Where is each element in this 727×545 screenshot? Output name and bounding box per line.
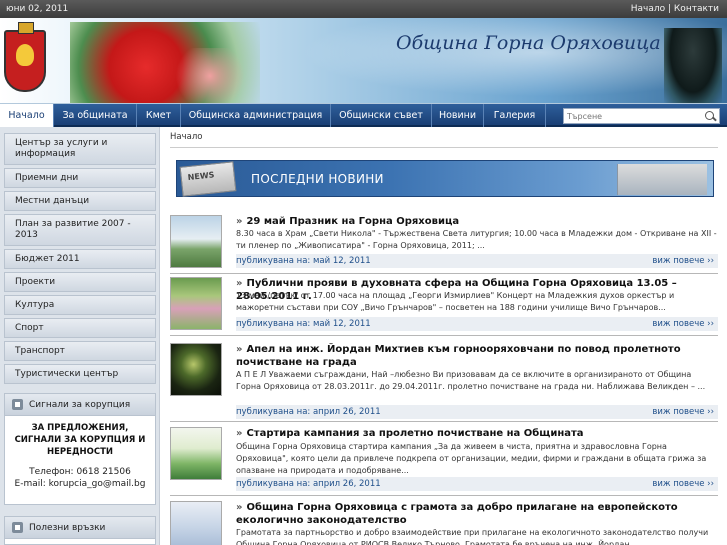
top-bar: юни 02, 2011 Начало | Контакти xyxy=(0,0,727,18)
news-title-text[interactable]: 29 май Празник на Горна Оряховица xyxy=(246,216,459,227)
sidebar-item-reception-days[interactable]: Приемни дни xyxy=(4,168,156,188)
latest-news-title: ПОСЛЕДНИ НОВИНИ xyxy=(251,172,384,186)
read-more-link[interactable]: виж повече ›› xyxy=(652,477,714,491)
useful-links-label: Полезни връзки xyxy=(29,523,106,533)
home-link[interactable]: Начало xyxy=(631,4,665,14)
sidebar-item-projects[interactable]: Проекти xyxy=(4,272,156,292)
sidebar-item-development-plan[interactable]: План за развитие 2007 - 2013 xyxy=(4,214,156,246)
news-excerpt: 8.30 часа в Храм „Свети Никола" - Тържес… xyxy=(236,229,717,250)
sidebar: Център за услуги и информация Приемни дн… xyxy=(0,127,160,545)
news-excerpt: Грамотата за партньорство и добро взаимо… xyxy=(236,528,709,545)
breadcrumb[interactable]: Начало xyxy=(170,132,202,142)
news-title[interactable]: » Стартира кампания за пролетно почистван… xyxy=(236,427,716,440)
contacts-link[interactable]: Контакти xyxy=(674,4,719,14)
news-item: » Община Горна Оряховица с грамота за доб… xyxy=(170,501,718,545)
corruption-header-label: Сигнали за корупция xyxy=(29,400,131,410)
corruption-box-header: Сигнали за корупция xyxy=(5,394,155,416)
nav-item-administration[interactable]: Общинска администрация xyxy=(181,104,331,127)
corruption-email[interactable]: E-mail: korupcia_go@mail.bg xyxy=(5,478,155,490)
top-links: Начало | Контакти xyxy=(631,0,719,18)
news-divider xyxy=(170,273,718,274)
nav-item-about[interactable]: За общината xyxy=(54,104,137,127)
peony-flower-accent xyxy=(170,48,250,103)
nav-item-news[interactable]: Новини xyxy=(432,104,484,127)
sidebar-item-tourist-center[interactable]: Туристически център xyxy=(4,364,156,384)
news-date: публикувана на: май 12, 2011 xyxy=(236,319,371,329)
nav-item-mayor[interactable]: Кмет xyxy=(137,104,181,127)
newspaper-icon xyxy=(179,161,237,197)
read-more-link[interactable]: виж повече ›› xyxy=(652,317,714,331)
sidebar-item-budget[interactable]: Бюджет 2011 xyxy=(4,249,156,269)
sidebar-item-transport[interactable]: Транспорт xyxy=(4,341,156,361)
main-content: Начало ПОСЛЕДНИ НОВИНИ »29 май Празник н… xyxy=(170,127,720,545)
building-image xyxy=(617,164,707,195)
banner-sky xyxy=(260,18,727,103)
current-date: юни 02, 2011 xyxy=(6,4,69,14)
news-title-text[interactable]: Община Горна Оряховица с грамота за добр… xyxy=(236,502,678,526)
news-thumbnail[interactable] xyxy=(170,277,222,330)
news-title[interactable]: » Община Горна Оряховица с грамота за доб… xyxy=(236,501,716,527)
site-title: Община Горна Оряховица xyxy=(396,32,661,54)
read-more-link[interactable]: виж повече ›› xyxy=(652,405,714,419)
corruption-text: ЗА ПРЕДЛОЖЕНИЯ, СИГНАЛИ ЗА КОРУПЦИЯ И НЕ… xyxy=(14,423,146,457)
sidebar-item-culture[interactable]: Култура xyxy=(4,295,156,315)
news-meta: публикувана на: май 12, 2011 виж повече … xyxy=(236,317,718,331)
search-icon[interactable] xyxy=(703,110,717,123)
corruption-box: Сигнали за корупция ЗА ПРЕДЛОЖЕНИЯ, СИГН… xyxy=(4,393,156,505)
read-more-link[interactable]: виж повече ›› xyxy=(652,254,714,268)
news-divider xyxy=(170,335,718,336)
news-excerpt: Община Горна Оряховица стартира кампания… xyxy=(236,442,707,475)
news-thumbnail[interactable] xyxy=(170,343,222,396)
sidebar-item-sport[interactable]: Спорт xyxy=(4,318,156,338)
coat-of-arms-logo[interactable] xyxy=(4,22,46,92)
useful-links-box: Полезни връзки xyxy=(4,516,156,545)
news-title[interactable]: » 29 май Празник на Горна Оряховица xyxy=(236,215,716,228)
search-box xyxy=(563,108,720,124)
news-item: » Публични прояви в духовната сфера на Об… xyxy=(170,277,718,331)
useful-links-header[interactable]: Полезни връзки xyxy=(5,517,155,539)
breadcrumb-divider xyxy=(170,147,718,148)
news-item: » 29 май Празник на Горна Оряховица 8.30 … xyxy=(170,215,718,269)
statue-image xyxy=(664,28,722,103)
sidebar-item-services-center[interactable]: Център за услуги и информация xyxy=(4,133,156,165)
news-divider xyxy=(170,421,718,422)
news-meta: публикувана на: май 12, 2011 виж повече … xyxy=(236,254,718,268)
links-icon xyxy=(12,522,23,533)
news-thumbnail[interactable] xyxy=(170,427,222,480)
sidebar-item-local-taxes[interactable]: Местни данъци xyxy=(4,191,156,211)
latest-news-banner: ПОСЛЕДНИ НОВИНИ xyxy=(176,160,714,197)
news-meta: публикувана на: април 26, 2011 виж повеч… xyxy=(236,477,718,491)
nav-item-home[interactable]: Начало xyxy=(0,104,54,127)
corruption-contact: Телефон: 0618 21506 E-mail: korupcia_go@… xyxy=(5,458,155,490)
news-title-text[interactable]: Стартира кампания за пролетно почистване… xyxy=(246,428,583,439)
news-item: » Апел на инж. Йордан Михтиев към горноор… xyxy=(170,343,718,419)
news-date: публикувана на: април 26, 2011 xyxy=(236,479,381,489)
top-links-separator: | xyxy=(668,4,672,14)
news-thumbnail[interactable] xyxy=(170,501,222,545)
news-divider xyxy=(170,495,718,496)
news-excerpt: 13 май /петък/ от 17.00 часа на площад „… xyxy=(236,291,675,312)
news-excerpt: А П Е Л Уважаеми съграждани, Най –любезн… xyxy=(236,370,706,391)
corruption-icon xyxy=(12,399,23,410)
search-input[interactable] xyxy=(567,110,699,123)
nav-item-gallery[interactable]: Галерия xyxy=(484,104,546,127)
header-banner: Община Горна Оряховица xyxy=(0,18,727,104)
news-title-text[interactable]: Апел на инж. Йордан Михтиев към горнооря… xyxy=(236,344,681,368)
news-date: публикувана на: май 12, 2011 xyxy=(236,256,371,266)
news-title[interactable]: » Апел на инж. Йордан Михтиев към горноор… xyxy=(236,343,716,369)
news-thumbnail[interactable] xyxy=(170,215,222,268)
main-nav: Начало За общината Кмет Общинска админис… xyxy=(0,104,727,127)
news-meta: публикувана на: април 26, 2011 виж повеч… xyxy=(236,405,718,419)
nav-item-council[interactable]: Общински съвет xyxy=(331,104,432,127)
news-date: публикувана на: април 26, 2011 xyxy=(236,407,381,417)
corruption-phone: Телефон: 0618 21506 xyxy=(29,467,131,477)
news-item: » Стартира кампания за пролетно почистван… xyxy=(170,427,718,491)
